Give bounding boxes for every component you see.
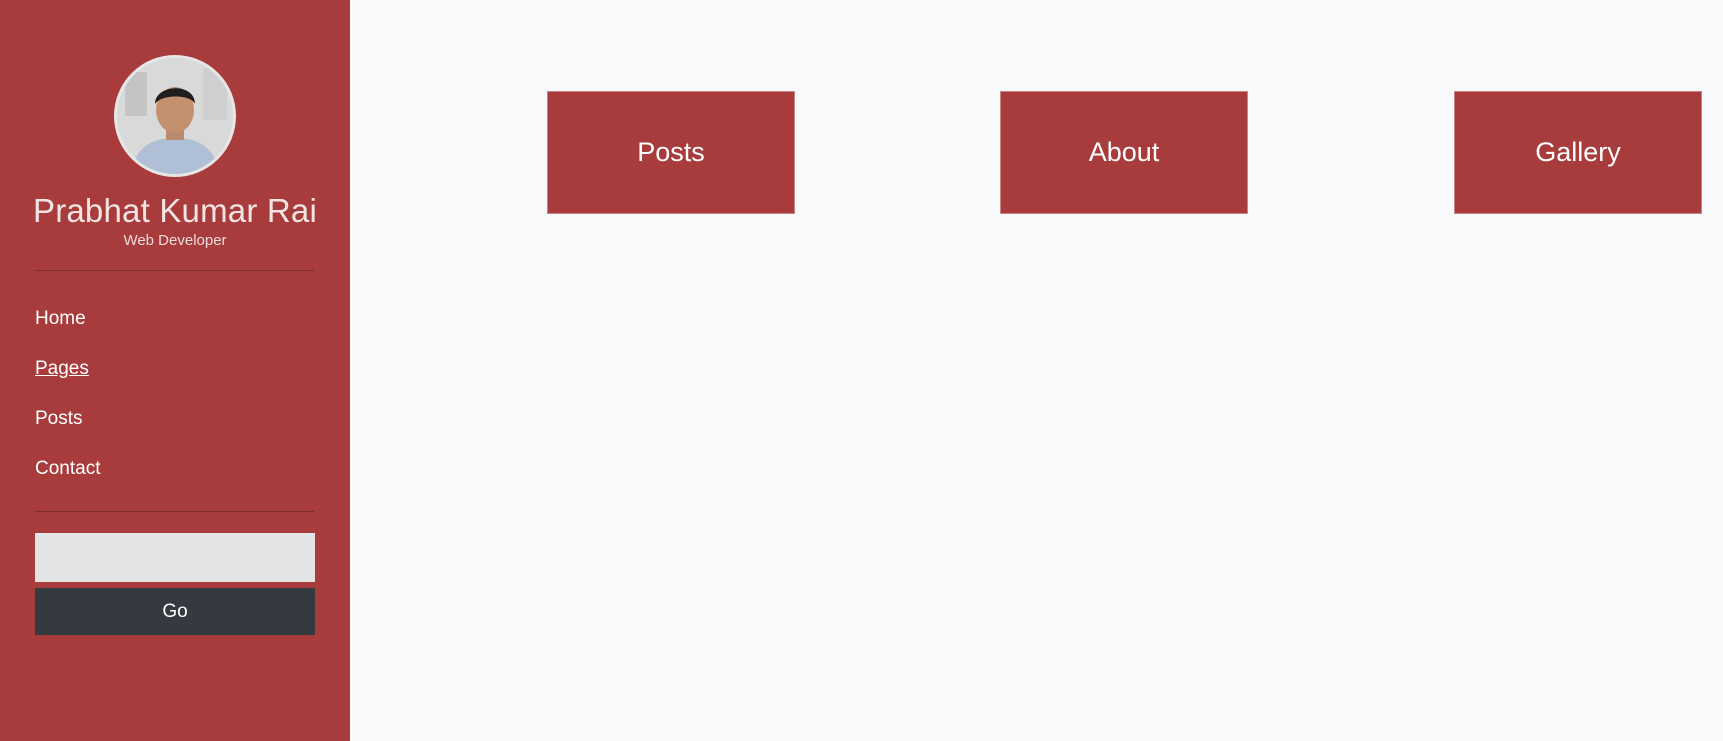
sidebar-nav: Home Pages Posts Contact: [35, 300, 100, 500]
nav-item-pages[interactable]: Pages: [35, 350, 100, 400]
card-posts[interactable]: Posts: [547, 91, 795, 214]
sidebar-divider-bottom: [35, 511, 314, 512]
card-gallery[interactable]: Gallery: [1454, 91, 1702, 214]
search-input[interactable]: [35, 533, 315, 582]
profile-role: Web Developer: [123, 232, 227, 249]
nav-item-posts[interactable]: Posts: [35, 400, 100, 450]
go-button[interactable]: Go: [35, 588, 315, 635]
card-about[interactable]: About: [1000, 91, 1248, 214]
profile-name: Prabhat Kumar Rai: [32, 192, 318, 229]
avatar: [114, 55, 236, 177]
nav-item-contact[interactable]: Contact: [35, 450, 100, 500]
nav-item-home[interactable]: Home: [35, 300, 100, 350]
sidebar: Prabhat Kumar Rai Web Developer Home Pag…: [0, 0, 350, 741]
sidebar-divider-top: [35, 270, 314, 271]
user-photo-icon: [117, 58, 233, 174]
